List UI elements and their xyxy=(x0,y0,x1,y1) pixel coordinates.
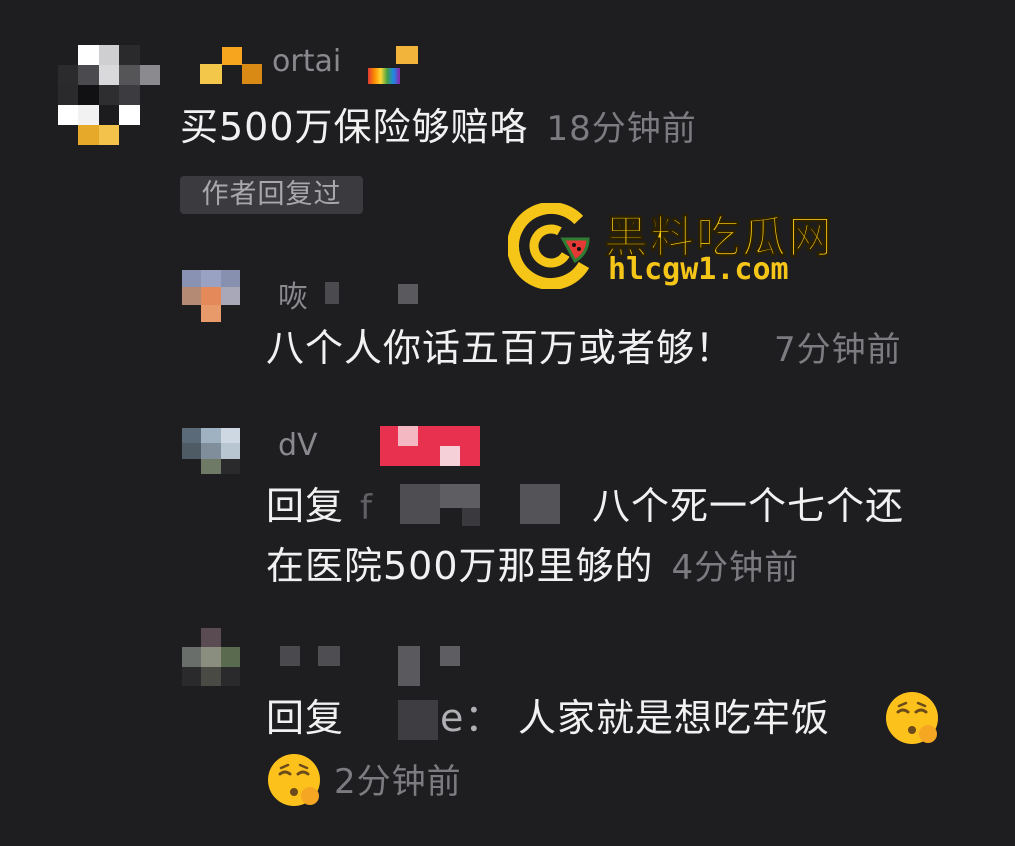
comment-text-reply2-line2: 在医院500万那里够的 4分钟前 xyxy=(266,544,799,590)
username-mosaic xyxy=(440,446,460,466)
username-mosaic xyxy=(318,646,340,666)
mention-mosaic xyxy=(462,508,480,526)
reply-prefix-reply3: 回复 xyxy=(266,696,345,740)
username-mosaic xyxy=(398,284,418,304)
username-mosaic xyxy=(242,64,262,84)
username-mosaic xyxy=(398,426,418,446)
mention-mosaic xyxy=(440,484,480,508)
username[interactable]: ortai xyxy=(272,44,341,79)
watermark-url: hlcgw1.com xyxy=(608,252,789,287)
author-replied-badge: 作者回复过 xyxy=(180,176,363,214)
mention-tail[interactable]: e： xyxy=(440,696,503,740)
mention-mosaic xyxy=(520,484,560,524)
comment-text-reply1: 八个人你话五百万或者够！ 7分钟前 xyxy=(266,326,902,372)
comment-text-top: 买500万保险够赔咯 18分钟前 xyxy=(180,105,697,151)
comment-text-reply2-line1: 回复 xyxy=(266,484,344,528)
username[interactable]: dV xyxy=(278,428,318,463)
username-mosaic xyxy=(200,64,222,84)
comment-body-line2: 在医院500万那里够的 xyxy=(266,544,654,588)
username[interactable]: 咴 xyxy=(278,272,308,316)
avatar[interactable] xyxy=(182,628,240,686)
avatar[interactable] xyxy=(182,428,240,474)
comment-body: 买500万保险够赔咯 xyxy=(180,105,529,149)
username-mosaic xyxy=(325,282,339,304)
comment-time: 7分钟前 xyxy=(774,330,902,370)
comment-body-line1: 八个死一个七个还 xyxy=(592,484,905,528)
mention-mosaic xyxy=(400,484,440,524)
watermelon-c-logo-icon xyxy=(508,203,594,289)
mention-mosaic xyxy=(398,700,438,740)
reply-prefix: 回复 xyxy=(266,484,345,528)
avatar[interactable] xyxy=(182,270,240,322)
shushing-face-emoji xyxy=(268,754,320,806)
username-mosaic xyxy=(280,646,300,666)
username-mosaic xyxy=(222,47,242,65)
rainbow-flag-icon xyxy=(368,68,400,84)
avatar[interactable] xyxy=(58,45,160,145)
comment-body: 人家就是想吃牢饭 xyxy=(518,696,831,740)
shushing-face-emoji xyxy=(886,692,938,744)
username-mosaic xyxy=(440,646,460,666)
comment-time: 2分钟前 xyxy=(334,762,462,802)
comment-time: 18分钟前 xyxy=(546,109,697,149)
comment-time: 4分钟前 xyxy=(671,548,800,588)
username-mosaic xyxy=(396,46,418,64)
username-mosaic xyxy=(380,426,480,466)
username-mosaic xyxy=(398,646,420,686)
mention-mosaic[interactable]: f xyxy=(360,488,372,528)
comment-body: 八个人你话五百万或者够！ xyxy=(266,326,735,370)
comment-thread: ortai 买500万保险够赔咯 18分钟前 作者回复过 黑料吃瓜网 hlcgw1… xyxy=(0,0,1015,846)
